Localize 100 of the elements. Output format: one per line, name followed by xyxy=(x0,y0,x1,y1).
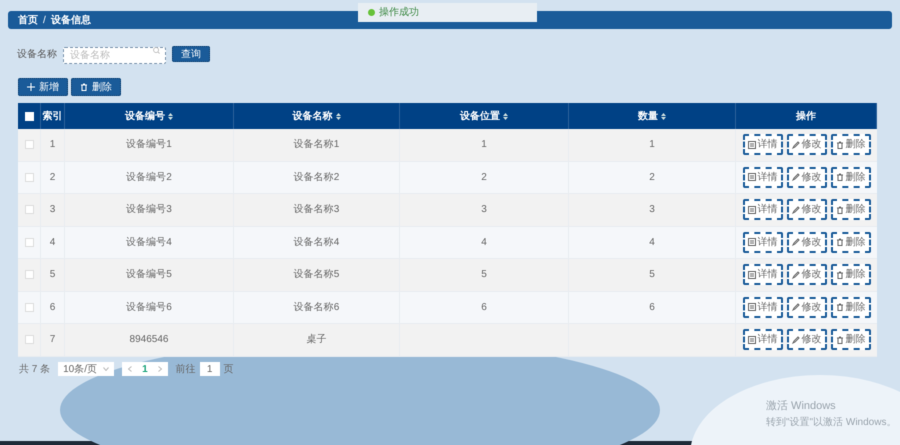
checkbox[interactable] xyxy=(24,238,34,247)
row-action-button[interactable]: 修改 xyxy=(786,166,826,188)
table-cell-text: 2 xyxy=(481,170,487,185)
pencil-icon xyxy=(792,140,800,149)
row-action-button[interactable]: 详情 xyxy=(742,199,782,220)
goto-page-field[interactable]: 1 xyxy=(200,362,220,376)
row-action-button[interactable]: 详情 xyxy=(742,166,782,188)
pencil-icon xyxy=(792,270,800,279)
toolbar-button[interactable]: 新增 xyxy=(18,78,68,96)
table-cell-text: 桌子 xyxy=(306,332,326,348)
trash-icon xyxy=(836,336,844,344)
trash-icon xyxy=(836,238,844,246)
table-cell-text: 设备名称3 xyxy=(294,203,340,218)
row-action-button[interactable]: 详情 xyxy=(742,264,782,286)
toolbar-button[interactable]: 删除 xyxy=(71,78,121,96)
sort-icon[interactable] xyxy=(336,112,340,120)
table-cell-text: 3 xyxy=(649,203,655,218)
search-icon xyxy=(153,47,160,54)
table-cell-text: 3 xyxy=(481,203,487,218)
plus-icon xyxy=(27,83,35,91)
table-cell-text: 设备编号3 xyxy=(126,202,172,218)
column-header: 设备位置 xyxy=(460,110,500,124)
search-field[interactable]: 设备名称 xyxy=(63,47,166,64)
trash-icon xyxy=(836,303,844,312)
document-icon xyxy=(748,238,756,246)
checkbox[interactable] xyxy=(24,140,34,150)
goto-label: 前往 xyxy=(176,362,196,376)
table-cell-text: 2 xyxy=(649,170,655,185)
document-icon xyxy=(748,173,756,182)
table-cell-text: 设备名称4 xyxy=(294,236,340,250)
sort-icon[interactable] xyxy=(503,112,508,120)
table-cell-text: 4 xyxy=(481,236,487,250)
table-cell-text: 5 xyxy=(481,268,487,282)
table-cell-text: 设备编号4 xyxy=(126,236,172,250)
sort-icon[interactable] xyxy=(661,112,666,120)
row-action-button[interactable]: 修改 xyxy=(786,232,826,253)
chevron-left-icon[interactable] xyxy=(128,366,132,372)
row-action-button[interactable]: 详情 xyxy=(742,296,782,318)
row-action-button[interactable]: 修改 xyxy=(786,199,826,220)
pencil-icon xyxy=(792,238,800,246)
checkbox[interactable] xyxy=(24,172,34,182)
trash-icon xyxy=(836,173,844,182)
row-action-button[interactable]: 详情 xyxy=(742,232,782,253)
table-cell-text: 设备名称1 xyxy=(294,138,340,152)
search-button[interactable]: 查询 xyxy=(172,46,210,62)
chevron-right-icon[interactable] xyxy=(158,366,162,372)
toast-message: 操作成功 xyxy=(358,3,537,22)
column-header: 数量 xyxy=(638,110,658,124)
checkbox[interactable] xyxy=(24,302,34,312)
column-header: 设备名称 xyxy=(292,110,332,124)
activation-title: 激活 Windows xyxy=(766,399,837,414)
row-action-button[interactable]: 详情 xyxy=(742,329,782,350)
row-action-button[interactable]: 修改 xyxy=(786,329,826,350)
page-size-select[interactable]: 10条/页 xyxy=(58,362,114,376)
table-cell-text: 1 xyxy=(50,138,56,152)
pencil-icon xyxy=(792,336,800,344)
page-number[interactable]: 1 xyxy=(142,362,148,376)
checkbox[interactable] xyxy=(24,205,34,214)
trash-icon xyxy=(836,206,844,214)
trash-icon xyxy=(80,83,88,91)
column-header: 设备编号 xyxy=(125,110,165,124)
breadcrumb-separator: / xyxy=(43,14,46,28)
checkbox[interactable] xyxy=(24,270,34,280)
search-label: 设备名称 xyxy=(17,48,57,62)
success-icon xyxy=(368,9,375,16)
sort-icon[interactable] xyxy=(168,112,173,120)
row-action-button[interactable]: 修改 xyxy=(786,264,826,286)
pencil-icon xyxy=(792,173,800,182)
table-cell-text: 设备名称2 xyxy=(294,170,340,185)
chevron-down-icon xyxy=(103,367,110,371)
table-cell-text: 3 xyxy=(50,203,56,218)
table-cell-text: 设备名称6 xyxy=(294,300,340,315)
table-cell-text: 6 xyxy=(649,300,655,315)
table-cell-text: 4 xyxy=(50,236,56,250)
document-icon xyxy=(748,303,756,312)
table-cell-text: 2 xyxy=(50,170,56,185)
table-cell-text: 7 xyxy=(50,333,56,348)
row-action-button[interactable]: 删除 xyxy=(830,199,870,220)
column-header: 操作 xyxy=(796,110,816,124)
activation-text: 转到"设置"以激活 Windows。 xyxy=(766,416,896,430)
checkbox[interactable] xyxy=(24,335,34,344)
table-cell-text: 1 xyxy=(481,138,487,152)
row-action-button[interactable]: 删除 xyxy=(830,232,870,253)
row-action-button[interactable]: 修改 xyxy=(786,134,826,156)
goto-suffix: 页 xyxy=(224,362,234,376)
document-icon xyxy=(748,140,756,149)
row-action-button[interactable]: 删除 xyxy=(830,296,870,318)
row-action-button[interactable]: 修改 xyxy=(786,296,826,318)
row-action-button[interactable]: 删除 xyxy=(830,264,870,286)
trash-icon xyxy=(836,140,844,149)
breadcrumb-link[interactable]: 设备信息 xyxy=(50,12,91,28)
table-cell-text: 设备编号6 xyxy=(126,300,172,315)
trash-icon xyxy=(836,270,844,279)
table-cell-text: 1 xyxy=(649,138,655,152)
table-cell-text: 5 xyxy=(50,268,56,282)
row-action-button[interactable]: 详情 xyxy=(742,134,782,156)
breadcrumb-link[interactable]: 首页 xyxy=(18,12,38,28)
row-action-button[interactable]: 删除 xyxy=(830,134,870,156)
row-action-button[interactable]: 删除 xyxy=(830,329,870,350)
row-action-button[interactable]: 删除 xyxy=(830,166,870,188)
